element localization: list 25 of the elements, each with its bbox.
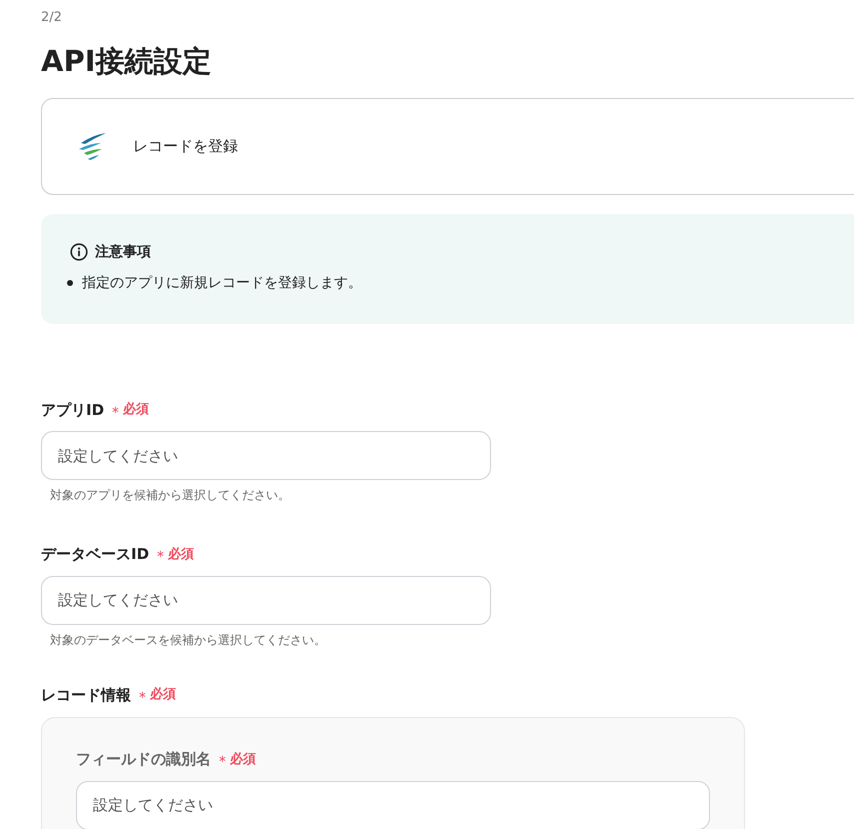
page-title: API接続設定 [41, 42, 212, 80]
info-icon [70, 243, 88, 261]
required-label: 必須 [150, 686, 176, 704]
action-label: レコードを登録 [133, 136, 238, 157]
required-asterisk: ＊ [215, 752, 230, 772]
help-text: 対象のデータベースを候補から選択してください。 [50, 632, 327, 648]
required-label: 必須 [168, 546, 194, 564]
notice-text: 指定のアプリに新規レコードを登録します。 [82, 274, 362, 292]
field-label: アプリID [41, 400, 104, 420]
field-label: フィールドの識別名 [76, 749, 211, 770]
action-card[interactable]: レコードを登録 [41, 98, 854, 194]
field-label: データベースID [41, 544, 150, 565]
required-asterisk: ＊ [135, 688, 150, 708]
help-text: 対象のアプリを候補から選択してください。 [50, 487, 291, 504]
required-asterisk: ＊ [108, 402, 124, 422]
required-asterisk: ＊ [153, 547, 168, 567]
input-field[interactable]: 設定してください [41, 431, 491, 480]
input-field[interactable]: 設定してください [41, 576, 491, 624]
input-field[interactable]: 設定してください [76, 780, 710, 829]
field-label: レコード情報 [41, 684, 131, 706]
step-counter: 2/2 [41, 9, 63, 27]
required-label: 必須 [230, 750, 256, 768]
notice-heading: 注意事項 [95, 242, 151, 262]
required-label: 必須 [123, 400, 150, 419]
bullet-icon [67, 280, 73, 286]
